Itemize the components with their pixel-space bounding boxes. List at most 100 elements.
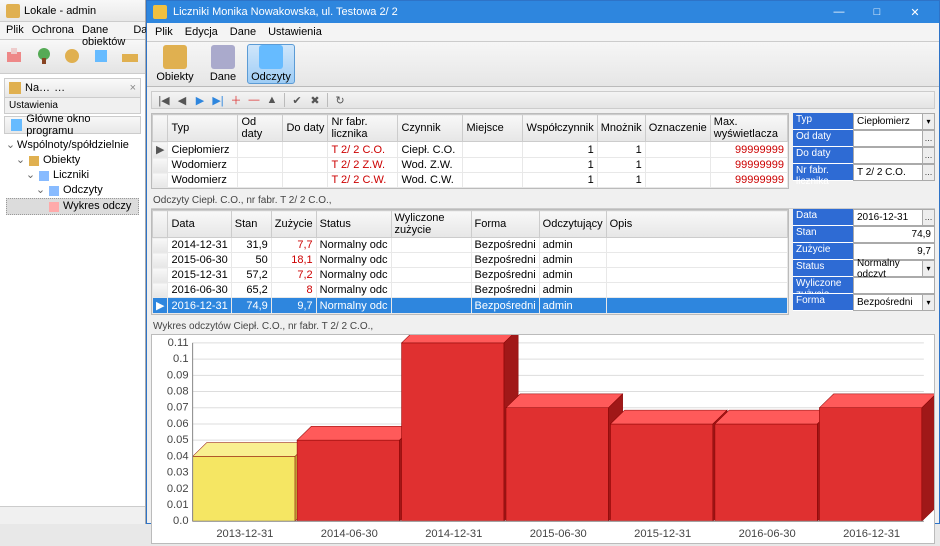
reading-row[interactable]: 2016-06-3065,28Normalny odcBezpośredniad… (153, 283, 788, 298)
ribbon-odczyty[interactable]: Odczyty (247, 44, 295, 84)
nav-panel-ellipsis[interactable]: … (54, 82, 65, 94)
reading-row[interactable]: ▶2016-12-3174,99,7Normalny odcBezpośredn… (153, 298, 788, 314)
meter-row[interactable]: WodomierzT 2/ 2 C.W.Wod. C.W.1199999999 (153, 173, 788, 188)
dv-od[interactable] (853, 130, 923, 147)
reading-row[interactable]: 2015-12-3157,27,2Normalny odcBezpośredni… (153, 268, 788, 283)
toolbar-btn-4[interactable] (88, 42, 115, 70)
reading-row[interactable]: 2014-12-3131,97,7Normalny odcBezpośredni… (153, 238, 788, 253)
tree-node-obiekty[interactable]: ⌄Obiekty (6, 153, 139, 168)
svg-text:2015-12-31: 2015-12-31 (634, 528, 691, 540)
toolbar-btn-2[interactable] (31, 42, 58, 70)
dd-nr[interactable]: … (923, 164, 935, 181)
menu-dane[interactable]: Dane (230, 26, 256, 38)
dd-do[interactable]: … (923, 147, 935, 164)
svg-text:0.09: 0.09 (167, 369, 189, 381)
chart-section-label: Wykres odczytów Ciepł. C.O., nr fabr. T … (151, 319, 935, 334)
menu-ustawienia[interactable]: Ustawienia (268, 26, 322, 38)
svg-text:2015-06-30: 2015-06-30 (530, 528, 587, 540)
svg-text:0.02: 0.02 (167, 483, 189, 495)
tree-node-odczyty[interactable]: ⌄Odczyty (6, 183, 139, 198)
main-window-button[interactable]: Główne okno programu (4, 116, 141, 134)
svg-text:0.06: 0.06 (167, 418, 189, 430)
meter-detail-panel: TypCiepłomierz▾ Od daty… Do daty… Nr fab… (793, 113, 935, 189)
dv-nr[interactable]: T 2/ 2 C.O. (853, 164, 923, 181)
dl-do: Do daty (793, 147, 853, 164)
d2v-data[interactable]: 2016-12-31 (853, 209, 923, 226)
svg-text:0.0: 0.0 (173, 515, 189, 527)
nav-delete-icon[interactable]: — (246, 92, 262, 108)
menu-plik[interactable]: Plik (6, 24, 24, 37)
d2v-for[interactable]: Bezpośredni (853, 294, 923, 311)
window-icon (11, 119, 22, 131)
readings-section-label: Odczyty Ciepł. C.O., nr fabr. T 2/ 2 C.O… (151, 193, 935, 209)
col2-op: Opis (606, 211, 787, 238)
meter-row[interactable]: ▶CiepłomierzT 2/ 2 C.O.Ciepł. C.O.119999… (153, 142, 788, 158)
svg-text:2016-12-31: 2016-12-31 (843, 528, 900, 540)
nav-tree[interactable]: ⌄Wspólnoty/spółdzielnie ⌄Obiekty ⌄Liczni… (6, 138, 139, 215)
ribbon-dane[interactable]: Dane (199, 44, 247, 84)
maximize-button[interactable]: □ (859, 1, 895, 23)
dv-do[interactable] (853, 147, 923, 164)
meters-grid[interactable]: Typ Od daty Do daty Nr fabr. licznika Cz… (151, 113, 789, 189)
minimize-button[interactable]: — (821, 1, 857, 23)
menu-plik[interactable]: Plik (155, 26, 173, 38)
dd-typ[interactable]: ▾ (923, 113, 935, 130)
menu-edycja[interactable]: Edycja (185, 26, 218, 38)
tree-node-wspolnoty[interactable]: ⌄Wspólnoty/spółdzielnie (6, 138, 139, 153)
toolbar-btn-1[interactable] (2, 42, 29, 70)
main-window-titlebar: Lokale - admin (0, 0, 145, 22)
d2l-for: Forma (793, 294, 853, 311)
col2-st: Status (316, 211, 391, 238)
main-menu-bar[interactable]: Plik Ochrona Dane obiektów Dane (0, 22, 145, 40)
nav-panel-title: Na… (25, 82, 50, 94)
nav-panel-close-icon[interactable]: × (130, 82, 136, 94)
nav-prev-icon[interactable]: ◀ (174, 92, 190, 108)
menu-dane-obiektow[interactable]: Dane obiektów (82, 24, 125, 37)
record-navigator: |◀ ◀ ▶ ▶| ＋ — ▲ ✔ ✖ ↻ (151, 91, 935, 109)
col2-o: Odczytujący (539, 211, 606, 238)
readings-menu-bar[interactable]: Plik Edycja Dane Ustawienia (147, 23, 939, 42)
readings-grid[interactable]: Data Stan Zużycie Status Wyliczone zużyc… (151, 209, 789, 315)
nav-post-icon[interactable]: ✔ (289, 92, 305, 108)
main-window-title: Lokale - admin (24, 5, 96, 17)
nav-panel-sub: Ustawienia (4, 98, 141, 114)
readings-titlebar[interactable]: Liczniki Monika Nowakowska, ul. Testowa … (147, 1, 939, 23)
meter-row[interactable]: WodomierzT 2/ 2 Z.W.Wod. Z.W.1199999999 (153, 158, 788, 173)
readings-window: Liczniki Monika Nowakowska, ul. Testowa … (146, 0, 940, 524)
dd-od[interactable]: … (923, 130, 935, 147)
svg-text:2013-12-31: 2013-12-31 (216, 528, 273, 540)
toolbar-btn-5[interactable] (116, 42, 143, 70)
d2l-wyl: Wyliczone zużycie (793, 277, 853, 294)
d2v-stat[interactable]: Normalny odczyt (853, 260, 923, 277)
svg-text:2014-12-31: 2014-12-31 (425, 528, 482, 540)
col2-w: Wyliczone zużycie (391, 211, 471, 238)
menu-ochrona[interactable]: Ochrona (32, 24, 74, 37)
d2l-zuz: Zużycie (793, 243, 853, 260)
meter-icon (39, 171, 49, 181)
nav-cancel-icon[interactable]: ✖ (307, 92, 323, 108)
toolbar-btn-3[interactable] (59, 42, 86, 70)
reading-icon (49, 186, 59, 196)
col-do: Do daty (283, 115, 328, 142)
tree-node-liczniki[interactable]: ⌄Liczniki (6, 168, 139, 183)
dv-typ[interactable]: Ciepłomierz (853, 113, 923, 130)
nav-refresh-icon[interactable]: ↻ (332, 92, 348, 108)
col2-f: Forma (471, 211, 539, 238)
col2-s: Stan (231, 211, 271, 238)
readings-chart: 0.00.010.020.030.040.050.060.070.080.090… (151, 334, 935, 544)
nav-edit-icon[interactable]: ▲ (264, 92, 280, 108)
nav-last-icon[interactable]: ▶| (210, 92, 226, 108)
d2v-wyl[interactable] (853, 277, 935, 294)
col-nr: Nr fabr. licznika (328, 115, 398, 142)
col-mn: Mnożnik (597, 115, 645, 142)
nav-first-icon[interactable]: |◀ (156, 92, 172, 108)
nav-next-icon[interactable]: ▶ (192, 92, 208, 108)
tree-node-wykres[interactable]: Wykres odczy (6, 198, 139, 215)
svg-text:0.05: 0.05 (167, 434, 189, 446)
close-button[interactable]: ✕ (897, 1, 933, 23)
nav-add-icon[interactable]: ＋ (228, 92, 244, 108)
ribbon-obiekty[interactable]: Obiekty (151, 44, 199, 84)
reading-detail-panel: Data2016-12-31… Stan74,9 Zużycie9,7 Stat… (793, 209, 935, 315)
d2v-stan[interactable]: 74,9 (853, 226, 935, 243)
reading-row[interactable]: 2015-06-305018,1Normalny odcBezpośrednia… (153, 253, 788, 268)
